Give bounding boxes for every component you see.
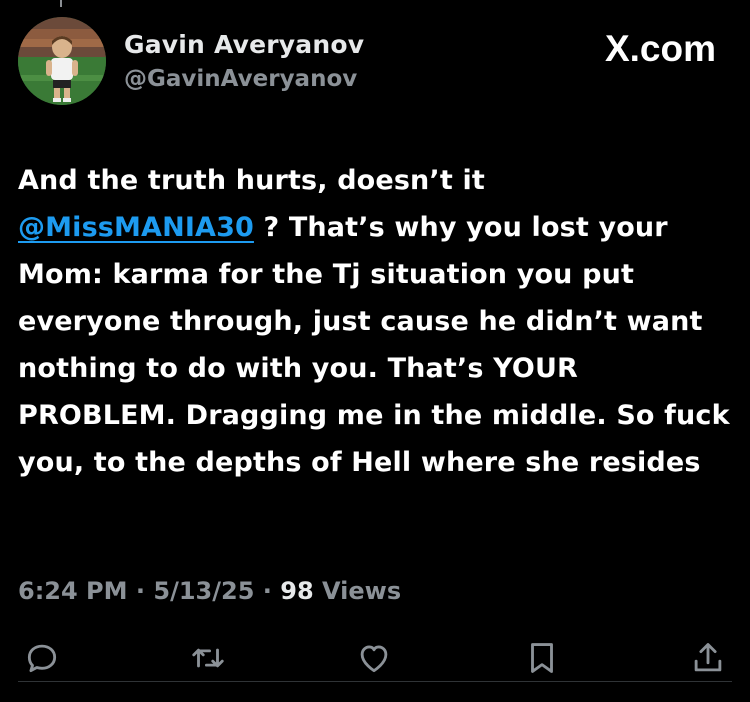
bookmark-button[interactable]	[520, 636, 564, 680]
share-button[interactable]	[686, 636, 730, 680]
retweet-button[interactable]	[186, 636, 230, 680]
author-handle[interactable]: @GavinAveryanov	[124, 66, 357, 92]
share-icon	[694, 643, 722, 672]
tweet-text: And the truth hurts, doesn’t it @MissMANI…	[18, 157, 733, 486]
meta-separator: ·	[262, 577, 272, 605]
reply-icon	[27, 644, 57, 673]
tweet-text-body: ? That’s why you lost your Mom: karma fo…	[18, 212, 730, 478]
retweet-icon	[192, 648, 224, 668]
meta-separator: ·	[135, 577, 146, 605]
top-edge-marker	[60, 0, 62, 7]
brand-logo: X.com	[604, 28, 716, 69]
reply-button[interactable]	[20, 636, 64, 680]
bookmark-icon	[531, 643, 553, 673]
action-bar	[0, 636, 750, 686]
views-count: 98	[280, 577, 314, 605]
views-label: Views	[322, 577, 402, 605]
author-display-name[interactable]: Gavin Averyanov	[124, 30, 364, 59]
tweet-text-intro: And the truth hurts, doesn’t it	[18, 165, 485, 196]
like-icon	[360, 645, 388, 673]
mention-link[interactable]: @MissMANIA30	[18, 212, 254, 243]
divider	[18, 681, 732, 682]
tweet-date[interactable]: 5/13/25	[153, 577, 254, 605]
tweet-time[interactable]: 6:24 PM	[18, 577, 128, 605]
like-button[interactable]	[352, 636, 396, 680]
avatar-image	[18, 17, 106, 105]
tweet-metadata: 6:24 PM · 5/13/25 · 98 Views	[18, 577, 401, 605]
avatar[interactable]	[18, 17, 106, 105]
